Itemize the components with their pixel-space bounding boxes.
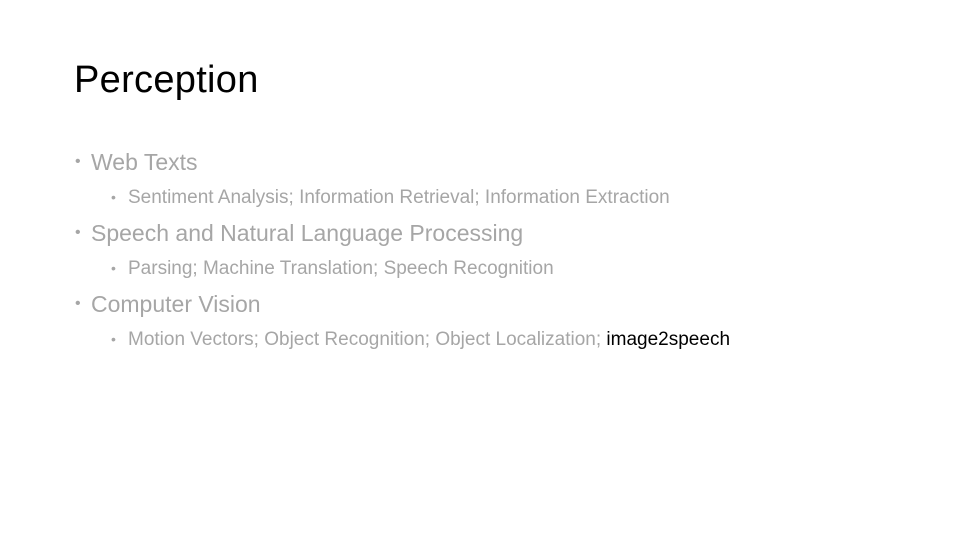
bullet-computer-vision: • Computer Vision (74, 286, 730, 322)
slide: Perception • Web Texts • Sentiment Analy… (0, 0, 960, 540)
bullet-icon: • (75, 295, 81, 312)
bullet-icon: • (111, 189, 116, 205)
bullet-icon: • (75, 153, 81, 170)
sub-list-container: • Parsing; Machine Translation; Speech R… (74, 251, 730, 286)
bullet-icon: • (111, 260, 116, 276)
bullet-heading: Computer Vision (91, 291, 261, 317)
sub-bullet-text: Motion Vectors; Object Recognition; Obje… (128, 329, 607, 350)
slide-title: Perception (74, 59, 259, 101)
bullet-list: • Web Texts • Sentiment Analysis; Inform… (74, 144, 730, 357)
sub-bullet: • Motion Vectors; Object Recognition; Ob… (110, 322, 730, 357)
bullet-icon: • (75, 224, 81, 241)
sub-list-speech-nlp: • Parsing; Machine Translation; Speech R… (110, 251, 730, 286)
bullet-web-texts: • Web Texts (74, 144, 730, 180)
sub-bullet-text: Parsing; Machine Translation; Speech Rec… (128, 258, 554, 279)
bullet-heading: Web Texts (91, 149, 198, 175)
sub-list-container: • Motion Vectors; Object Recognition; Ob… (74, 322, 730, 357)
bullet-icon: • (111, 331, 116, 347)
bullet-speech-nlp: • Speech and Natural Language Processing (74, 215, 730, 251)
sub-list-computer-vision: • Motion Vectors; Object Recognition; Ob… (110, 322, 730, 357)
sub-list-web-texts: • Sentiment Analysis; Information Retrie… (110, 180, 730, 215)
bullet-heading: Speech and Natural Language Processing (91, 220, 524, 246)
sub-bullet: • Parsing; Machine Translation; Speech R… (110, 251, 730, 286)
sub-bullet-text: Sentiment Analysis; Information Retrieva… (128, 187, 670, 208)
highlighted-term: image2speech (606, 329, 731, 350)
sub-bullet: • Sentiment Analysis; Information Retrie… (110, 180, 730, 215)
sub-list-container: • Sentiment Analysis; Information Retrie… (74, 180, 730, 215)
